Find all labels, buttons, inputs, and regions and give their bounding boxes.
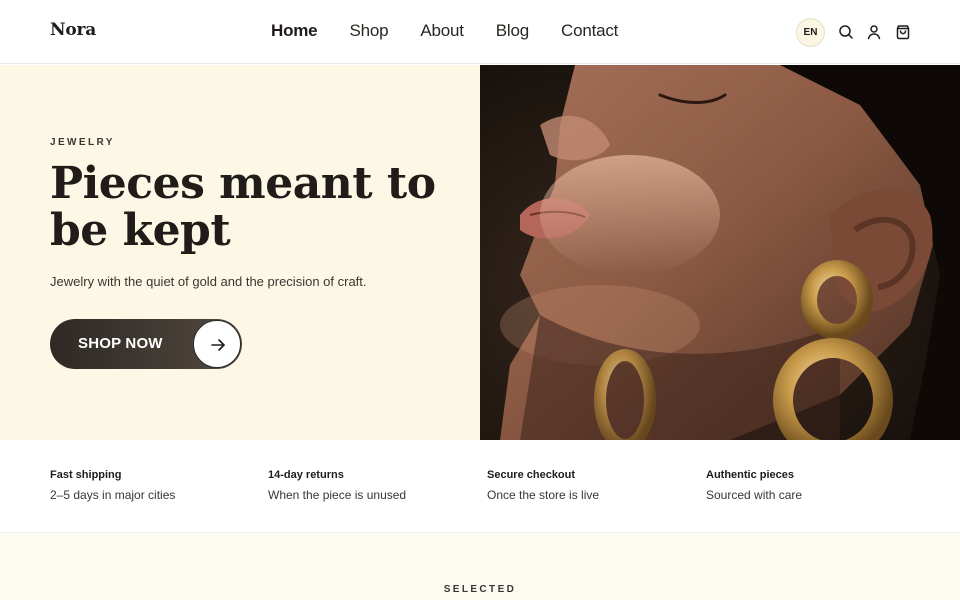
feature-title: Fast shipping xyxy=(50,469,122,481)
features-strip: Fast shipping 2–5 days in major cities 1… xyxy=(0,440,960,533)
nav-shop[interactable]: Shop xyxy=(349,21,388,41)
nav-contact[interactable]: Contact xyxy=(561,21,618,41)
feature-secure-checkout: Secure checkout Once the store is live xyxy=(487,469,599,502)
feature-returns: 14-day returns When the piece is unused xyxy=(268,469,406,502)
shop-now-arrow-circle xyxy=(193,320,241,368)
feature-title: Secure checkout xyxy=(487,469,576,481)
hero-subline: Jewelry with the quiet of gold and the p… xyxy=(50,274,367,289)
cart-icon[interactable] xyxy=(895,24,911,40)
nav-home[interactable]: Home xyxy=(271,21,318,41)
language-button[interactable]: EN xyxy=(796,18,825,47)
nav-blog[interactable]: Blog xyxy=(496,21,529,41)
hero-image xyxy=(480,65,960,440)
feature-desc: When the piece is unused xyxy=(268,488,407,502)
hero-photo-illustration xyxy=(480,65,960,440)
selected-section: SELECTED xyxy=(0,534,960,600)
search-icon[interactable] xyxy=(838,24,854,40)
user-icon[interactable] xyxy=(866,24,882,40)
feature-authentic: Authentic pieces Sourced with care xyxy=(706,469,802,502)
feature-desc: Once the store is live xyxy=(487,488,600,502)
main-nav: Home Shop About Blog Contact xyxy=(271,21,650,41)
arrow-right-icon xyxy=(211,339,225,351)
nav-about[interactable]: About xyxy=(420,21,464,41)
feature-desc: 2–5 days in major cities xyxy=(50,488,176,502)
logo[interactable]: Nora xyxy=(50,20,96,40)
section-label: SELECTED xyxy=(443,584,517,595)
feature-fast-shipping: Fast shipping 2–5 days in major cities xyxy=(50,469,175,502)
feature-desc: Sourced with care xyxy=(706,488,803,502)
feature-title: Authentic pieces xyxy=(706,469,795,481)
shop-now-button[interactable]: SHOP NOW xyxy=(50,319,242,369)
site-header: Nora Home Shop About Blog Contact EN xyxy=(0,0,960,64)
shop-now-label: SHOP NOW xyxy=(78,335,163,352)
hero-eyebrow: JEWELRY xyxy=(50,137,115,148)
hero-headline: Pieces meant to be kept xyxy=(50,158,436,256)
feature-title: 14-day returns xyxy=(268,469,344,481)
